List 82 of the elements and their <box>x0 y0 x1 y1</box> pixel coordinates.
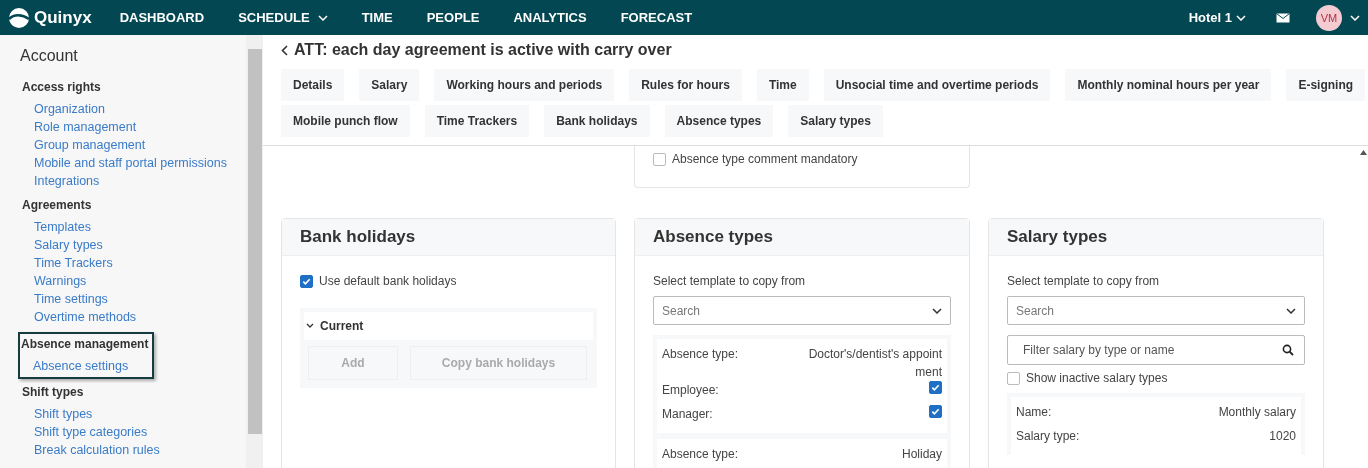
sidebar-link[interactable]: Templates <box>34 218 137 236</box>
caret-icon <box>1350 14 1360 21</box>
tab[interactable]: Salary <box>359 69 420 101</box>
field-value: 1020 <box>1269 428 1296 445</box>
nav-item[interactable]: DASHBOARD <box>119 10 205 25</box>
user-avatar[interactable]: VM <box>1316 4 1342 31</box>
scrollbar[interactable] <box>246 35 263 468</box>
tab[interactable]: E-signing <box>1286 69 1366 101</box>
chevron-down-icon <box>1236 14 1246 21</box>
field-value: Monthly salary <box>1218 404 1296 421</box>
sidebar-link[interactable]: Group management <box>34 136 227 154</box>
group-heading: Access rights <box>22 80 102 94</box>
sidebar-link[interactable]: Shift types <box>34 405 160 423</box>
field-value: Holiday <box>901 446 942 463</box>
sidebar-link[interactable]: Absence settings <box>33 357 149 375</box>
search-icon <box>1282 344 1294 356</box>
tab[interactable]: Salary types <box>788 105 883 137</box>
chevron-down-icon <box>317 14 328 21</box>
group-heading: Absence management <box>21 337 149 351</box>
template-select[interactable]: Search <box>1007 296 1305 325</box>
sidebar-link[interactable]: Mobile and staff portal permissions <box>34 154 227 172</box>
scroll-up-icon[interactable] <box>1359 150 1367 155</box>
sidebar-link[interactable]: Overtime methods <box>34 308 137 326</box>
nav-item[interactable]: SCHEDULE <box>238 10 328 25</box>
checkbox[interactable] <box>1007 371 1020 385</box>
logo-text: Quinyx <box>34 7 92 28</box>
tab[interactable]: Monthly nominal hours per year <box>1065 69 1272 101</box>
sidebar-link[interactable]: Warnings <box>34 272 137 290</box>
field-label: Manager: <box>662 406 713 423</box>
field-label: Salary type: <box>1016 428 1080 445</box>
tab[interactable]: Time <box>756 69 809 101</box>
chevron-icon <box>306 323 314 329</box>
tab[interactable]: Absence types <box>664 105 774 137</box>
card-title: Absence types <box>653 227 773 247</box>
unit-selector[interactable]: Hotel 1 <box>1188 10 1246 25</box>
chevron-down-icon <box>932 307 942 314</box>
tab[interactable]: Time Trackers <box>424 105 530 137</box>
checkbox[interactable] <box>929 405 942 418</box>
sidebar-link[interactable]: Salary types <box>34 236 137 254</box>
select-label: Select template to copy from <box>1007 274 1161 288</box>
tab[interactable]: Details <box>281 69 345 101</box>
field-label: Employee: <box>662 382 719 399</box>
template-select[interactable]: Search <box>653 296 951 325</box>
page-title: ATT: each day agreement is active with carry over <box>294 41 672 59</box>
checkbox[interactable] <box>929 381 942 394</box>
field-value: Doctor's/dentist's appointment <box>807 346 942 381</box>
mail-icon[interactable] <box>1276 12 1290 23</box>
nav-item[interactable]: ANALYTICS <box>513 10 587 25</box>
sidebar-link[interactable]: Organization <box>34 100 227 118</box>
checkbox[interactable] <box>300 274 313 288</box>
tab[interactable]: Working hours and periods <box>434 69 615 101</box>
group-heading: Shift types <box>22 385 85 399</box>
sidebar-link[interactable]: Shift type categories <box>34 423 160 441</box>
card-title: Bank holidays <box>300 227 416 247</box>
back-icon[interactable] <box>281 44 288 56</box>
field-label: Name: <box>1016 404 1052 421</box>
nav-item[interactable]: PEOPLE <box>426 10 480 25</box>
chevron-down-icon <box>1286 307 1296 314</box>
card-title: Salary types <box>1007 227 1108 247</box>
sidebar-title: Account <box>20 47 79 65</box>
sidebar-link[interactable]: Time Trackers <box>34 254 137 272</box>
group-heading: Agreements <box>22 198 93 212</box>
logo-icon <box>8 6 30 29</box>
select-label: Select template to copy from <box>653 274 807 288</box>
tab[interactable]: Unsocial time and overtime periods <box>823 69 1051 101</box>
tab[interactable]: Bank holidays <box>544 105 650 137</box>
checkbox-label: Show inactive salary types <box>1026 371 1168 385</box>
field-label: Absence type: <box>662 446 739 463</box>
field-label: Absence type: <box>662 346 739 363</box>
sidebar-link[interactable]: Role management <box>34 118 227 136</box>
tab[interactable]: Rules for hours <box>629 69 742 101</box>
sidebar-link[interactable]: Break calculation rules <box>34 441 160 459</box>
sidebar-link[interactable]: Time settings <box>34 290 137 308</box>
sidebar-link[interactable]: Integrations <box>34 172 227 190</box>
nav-item[interactable]: FORECAST <box>620 10 693 25</box>
section-header[interactable]: Current <box>304 312 593 340</box>
checkbox-label: Absence type comment mandatory <box>672 152 858 166</box>
nav-item[interactable]: TIME <box>361 10 393 25</box>
checkbox-label: Use default bank holidays <box>319 274 457 288</box>
checkbox[interactable] <box>653 152 666 166</box>
filter-field[interactable]: Filter salary by type or name <box>1007 335 1305 365</box>
tab[interactable]: Mobile punch flow <box>281 105 410 137</box>
